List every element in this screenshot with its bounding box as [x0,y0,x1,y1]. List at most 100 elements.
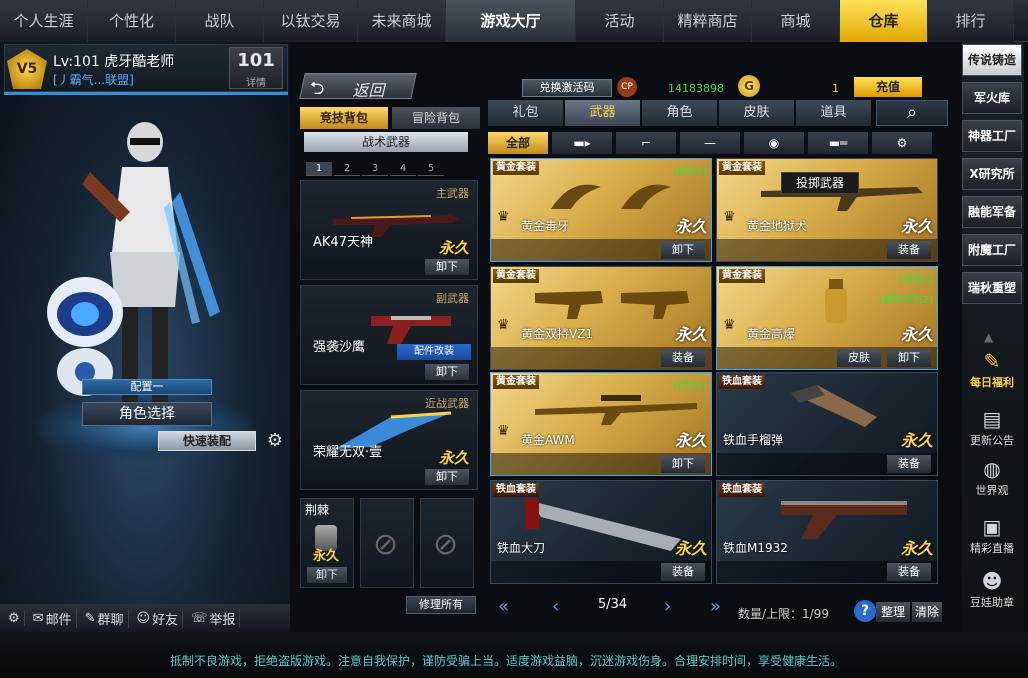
sidebar-armory[interactable]: 军火库 [962,82,1022,114]
pack-page-2[interactable]: 2 [334,162,360,176]
douwa-icon: ☻ [981,569,1003,593]
equip-button[interactable]: 装备 [661,349,705,367]
item-card[interactable]: 铁血套装 铁血M1932 永久 装备 [716,480,938,584]
pack-page-3[interactable]: 3 [362,162,388,176]
unequip-button[interactable]: 卸下 [425,259,469,275]
thrown-weapon-slot[interactable]: 荆棘 永久 卸下 [300,498,354,588]
tab-career[interactable]: 个人生涯 [0,0,88,42]
next-page-icon[interactable]: › [664,596,671,617]
filter-all[interactable]: 全部 [488,132,548,154]
search-icon[interactable]: ⌕ [876,100,948,126]
last-page-icon[interactable]: » [710,596,721,617]
guild-link[interactable]: [丿霸气...联盟] [53,71,134,88]
tab-giftpack[interactable]: 礼包 [488,100,563,126]
tab-competitive-pack[interactable]: 竞技背包 [300,107,388,129]
update-notice-button[interactable]: ▤ 更新公告 [962,406,1022,456]
tab-team[interactable]: 战队 [176,0,264,42]
quick-equip-button[interactable]: 快速装配 [158,431,256,451]
tab-mall[interactable]: 商城 [752,0,840,42]
gear-icon[interactable]: ⚙ [264,430,286,452]
primary-weapon-slot[interactable]: 主武器 AK47天神 永久 卸下 [300,180,478,280]
filter-rifle-icon[interactable]: ▬▸ [552,132,612,154]
tab-future-mall[interactable]: 未来商城 [358,0,446,42]
tab-characters[interactable]: 角色 [642,100,717,126]
slot-category: 主武器 [436,187,469,200]
report-button[interactable]: ☏ 举报 [187,608,241,628]
tab-warehouse[interactable]: 仓库 [840,0,928,42]
repair-all-button[interactable]: 修理所有 [406,596,476,614]
item-card[interactable]: 铁血套装 铁血手榴弹 永久 装备 [716,372,938,476]
tab-adventure-pack[interactable]: 冒险背包 [392,107,480,129]
sidebar-fusion-arms[interactable]: 融能军备 [962,196,1022,228]
item-card[interactable]: 黄金套装 [背包4] ♛ 黄金毒牙 永久 卸下 [490,158,712,262]
secondary-weapon-slot[interactable]: 副武器 强袭沙鹰 配件改装 卸下 [300,285,478,385]
sidebar-legend-forge[interactable]: 传说铸造 [962,44,1022,76]
filter-pistol-icon[interactable]: ⌐ [616,132,676,154]
sidebar-rachel-reshape[interactable]: 瑞秋重塑 [962,272,1022,304]
melee-weapon-slot[interactable]: 近战武器 荣耀无双·壹 永久 卸下 [300,390,478,490]
unequip-button[interactable]: 卸下 [307,567,347,583]
tab-lobby[interactable]: 游戏大厅 [446,0,576,42]
filter-grenade-icon[interactable]: ◉ [744,132,804,154]
tab-events[interactable]: 活动 [576,0,664,42]
notice-icon: ▤ [982,407,1002,431]
filter-settings-icon[interactable]: ⚙ [872,132,932,154]
role-select-button[interactable]: 角色选择 [82,402,212,426]
rank-detail-button[interactable]: 101 详情 [229,47,283,89]
sidebar-x-lab[interactable]: X研究所 [962,158,1022,190]
tab-ranking[interactable]: 排行 [928,0,1014,42]
item-card[interactable]: 黄金套装 ♛ 黄金双持VZ1 永久 装备 [490,266,712,370]
worldview-button[interactable]: ◍ 世界观 [962,456,1022,506]
pack-page-1[interactable]: 1 [306,162,332,176]
category-tabs: 礼包 武器 角色 皮肤 道具 [488,100,871,126]
sidebar-enchant-factory[interactable]: 附魔工厂 [962,234,1022,266]
sidebar-artifact-factory[interactable]: 神器工厂 [962,120,1022,152]
config-button[interactable]: 配置一 [82,379,212,395]
first-page-icon[interactable]: « [498,596,509,617]
charge-button[interactable]: 充值 [854,77,922,97]
item-permanent: 永久 [900,217,933,236]
pack-page-4[interactable]: 4 [390,162,416,176]
video-icon: ▣ [982,515,1002,539]
friends-button[interactable]: ☺ 好友 [133,608,184,628]
daily-welfare-button[interactable]: ✎ 每日福利 [962,348,1022,398]
filter-knife-icon[interactable]: — [680,132,740,154]
back-button[interactable]: ⮌ 返回 [299,73,417,100]
tab-personalize[interactable]: 个性化 [88,0,176,42]
item-card[interactable]: 黄金套装 [背包2] [冒险背包2] ♛ 黄金高爆 永久 皮肤 卸下 [716,266,938,370]
equip-button[interactable]: 装备 [887,241,931,259]
attachment-mod-tag[interactable]: 配件改装 [397,344,471,360]
mail-button[interactable]: ✉ 邮件 [29,608,77,628]
settings-icon[interactable]: ⚙ [4,610,25,626]
tab-items[interactable]: 道具 [796,100,871,126]
tactic-weapon-button[interactable]: 战术武器 [304,132,468,152]
item-card[interactable]: 铁血套装 铁血大刀 永久 装备 [490,480,712,584]
tab-trade[interactable]: 以钛交易 [264,0,358,42]
unequip-button[interactable]: 卸下 [661,241,705,259]
live-stream-button[interactable]: ▣ 精彩直播 [962,514,1022,564]
douwa-badge-button[interactable]: ☻ 豆娃助章 [962,568,1022,618]
cp-value: 14183898 [668,82,724,95]
pack-page-5[interactable]: 5 [418,162,444,176]
help-icon[interactable]: ? [854,600,876,622]
equip-button[interactable]: 装备 [887,563,931,581]
unequip-button[interactable]: 卸下 [425,364,469,380]
equip-button[interactable]: 装备 [887,455,931,473]
unequip-button[interactable]: 卸下 [425,469,469,485]
prev-page-icon[interactable]: ‹ [552,596,559,617]
tab-essence-shop[interactable]: 精粹商店 [664,0,752,42]
redeem-code-button[interactable]: 兑换激活码 [522,79,612,97]
equip-button[interactable]: 装备 [661,563,705,581]
tab-skins[interactable]: 皮肤 [719,100,794,126]
unequip-button[interactable]: 卸下 [661,455,705,473]
group-chat-button[interactable]: ✎ 群聊 [81,608,129,628]
tab-weapons[interactable]: 武器 [565,100,640,126]
filter-special-icon[interactable]: ▬═ [808,132,868,154]
scroll-up-icon[interactable]: ▲ [984,330,993,344]
unequip-button[interactable]: 卸下 [887,349,931,367]
clear-button[interactable]: 清除 [912,602,942,622]
item-card[interactable]: 黄金套装 [背包5] ♛ 黄金AWM 永久 卸下 [490,372,712,476]
sort-button[interactable]: 整理 [876,602,910,622]
cp-icon: CP [617,77,637,97]
skin-button[interactable]: 皮肤 [837,349,881,367]
